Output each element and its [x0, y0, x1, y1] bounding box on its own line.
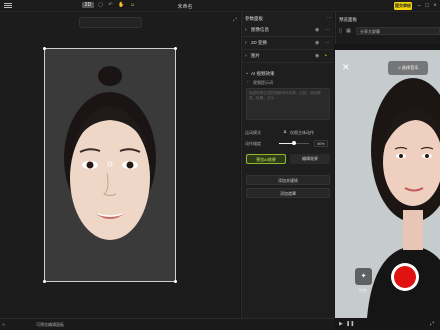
phone-icon[interactable]: ▯	[337, 27, 344, 35]
prompt-label: 视频提示词	[253, 80, 273, 85]
shape-icon[interactable]: ▢	[96, 2, 105, 8]
hand-icon[interactable]: ✋	[117, 2, 126, 8]
title-bar	[0, 0, 440, 12]
preview-device-select[interactable]: 分享大屏幕	[356, 27, 440, 35]
more-icon[interactable]: ⋯	[327, 15, 332, 21]
chevron-down-icon[interactable]: ⌄	[245, 70, 249, 76]
refresh-icon[interactable]: ⟳	[2, 320, 5, 330]
expand-icon[interactable]: ⤢	[233, 17, 237, 23]
resize-handle-top-right[interactable]	[174, 47, 177, 50]
eye-icon[interactable]: ◉	[315, 27, 319, 33]
add-mask-label: 添加遮罩	[280, 191, 296, 196]
close-window-icon[interactable]: ×	[431, 2, 439, 10]
motion-mode-select[interactable]: 仅限主体动作	[290, 130, 314, 136]
preview-title: 预览面板	[339, 17, 357, 22]
edit-effect-button[interactable]: 编辑效果	[290, 154, 330, 164]
add-keyframe-button[interactable]: 添加关键帧	[246, 175, 330, 185]
effects-label: 特效	[359, 288, 367, 293]
preview-ai-label: 预览AI效果	[256, 157, 276, 162]
section-label: 图片	[251, 53, 260, 58]
maximize-icon[interactable]: □	[423, 2, 431, 10]
strength-value-input[interactable]: 50%	[314, 140, 328, 147]
canvas-toolbar	[79, 17, 142, 28]
bottom-panel-tab[interactable]: 可预览编辑面板	[36, 320, 76, 330]
add-keyframe-label: 添加关键帧	[278, 178, 298, 183]
edit-effect-label: 编辑效果	[302, 156, 318, 161]
prompt-placeholder: 描述你想生成的视频动作效果，比如：轻轻微笑、眨眼、点头...	[249, 91, 321, 100]
chevron-right-icon: ›	[245, 40, 247, 46]
section-image[interactable]: › 图片 ◉ •	[241, 50, 334, 63]
choose-music-button[interactable]: ♫ 选择音乐	[388, 61, 428, 75]
phone-preview	[335, 50, 440, 318]
status-dot-icon: •	[325, 53, 327, 59]
undo-icon[interactable]: ↶	[106, 2, 115, 8]
eye-icon[interactable]: ◉	[315, 40, 319, 46]
panel-title: 参数面板	[245, 16, 263, 21]
resize-handle-bottom-right[interactable]	[174, 280, 177, 283]
submit-button[interactable]: 提交审核	[394, 2, 412, 10]
preview-ai-button[interactable]: 预览AI效果	[246, 154, 286, 164]
choose-music-label: 选择音乐	[401, 65, 419, 70]
chevron-right-icon: ›	[245, 53, 247, 59]
grid-icon[interactable]: ▦	[345, 27, 352, 35]
preview-portrait-image	[335, 50, 440, 318]
play-icon[interactable]: ▶	[339, 321, 343, 327]
strength-slider-knob[interactable]	[292, 141, 296, 145]
pause-icon[interactable]: ❚❚	[346, 321, 354, 327]
selection-box[interactable]	[44, 48, 176, 282]
resize-handle-bottom-left[interactable]	[43, 280, 46, 283]
fullscreen-icon[interactable]: ⤢	[430, 321, 434, 327]
chevron-right-icon: ›	[245, 27, 247, 33]
chevron-right-icon[interactable]: ›	[247, 79, 249, 84]
minimize-icon[interactable]: –	[415, 2, 423, 10]
effects-button[interactable]: ✦	[355, 268, 372, 285]
more-icon[interactable]: ⋯	[325, 40, 330, 46]
section-label: 图像信息	[251, 27, 269, 32]
ai-video-section-title: AI 视频效果	[251, 71, 275, 76]
people-icon: ♟	[283, 129, 288, 134]
record-dot-icon	[394, 266, 416, 288]
more-icon[interactable]: ⋯	[325, 27, 330, 33]
face-icon[interactable]: ☺	[128, 2, 137, 8]
menu-icon[interactable]	[4, 2, 12, 9]
mode-2d-button[interactable]: 2D	[82, 2, 94, 8]
close-preview-icon[interactable]: ✕	[342, 62, 350, 73]
add-mask-button[interactable]: 添加遮罩	[246, 188, 330, 198]
strength-label: 动作幅度	[245, 141, 261, 146]
section-label: 2D 变换	[251, 40, 268, 45]
motion-mode-label: 运动模式	[245, 130, 261, 135]
window-title: 未命名	[177, 4, 193, 10]
resize-handle-top-left[interactable]	[43, 47, 46, 50]
section-image-info[interactable]: › 图像信息 ◉ ⋯	[241, 24, 334, 37]
section-2d-transform[interactable]: › 2D 变换 ◉ ⋯	[241, 37, 334, 50]
eye-icon[interactable]: ◉	[315, 53, 319, 59]
